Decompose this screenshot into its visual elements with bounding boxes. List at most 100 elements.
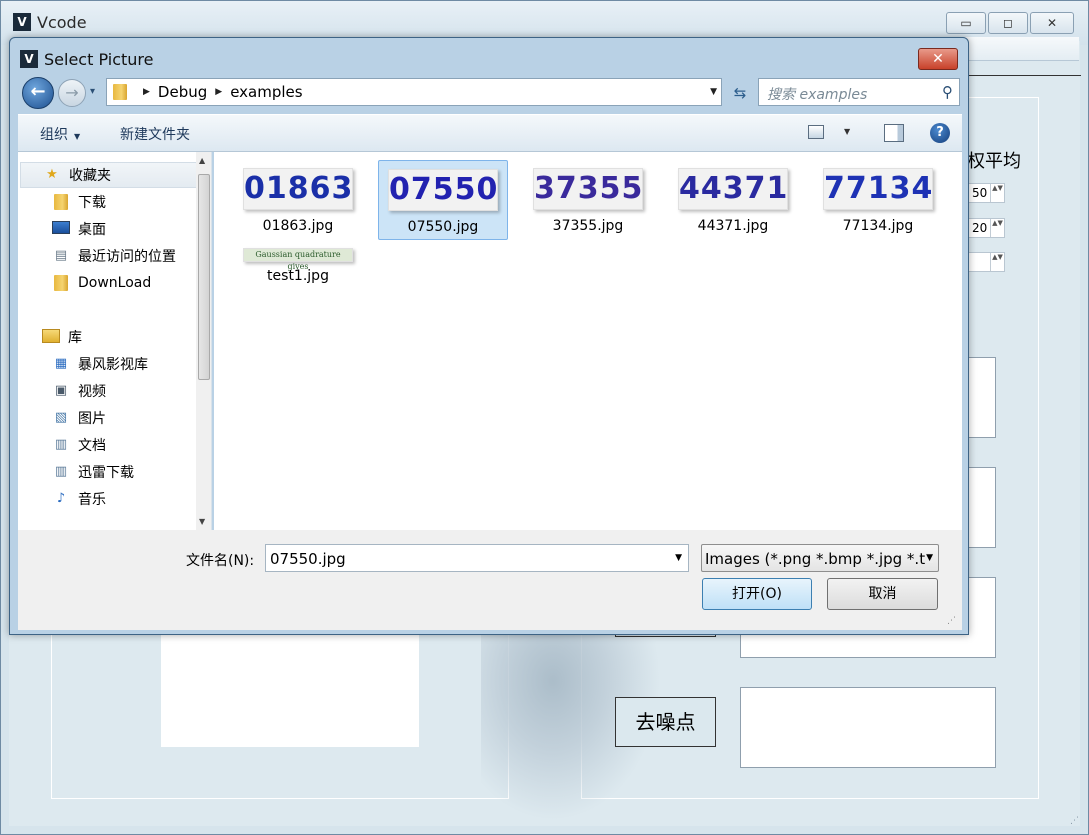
file-thumbnail: 44371 (678, 168, 788, 210)
refresh-icon[interactable]: ⇆ (726, 80, 754, 106)
param-spinbox-1[interactable]: 50 ▲▼ (967, 183, 1005, 203)
spin-value: 20 (972, 221, 988, 235)
file-item[interactable]: 44371 44371.jpg (668, 160, 798, 240)
sidebar-item-libraries[interactable]: 库 (18, 324, 196, 350)
resize-grip-icon[interactable]: ⋰ (947, 616, 956, 626)
sidebar-item-music[interactable]: ♪ 音乐 (18, 486, 196, 512)
sidebar-item-videos[interactable]: ▣ 视频 (18, 378, 196, 404)
command-toolbar: 组织 ▼ 新建文件夹 ▼ ? (18, 114, 962, 152)
help-icon[interactable]: ? (930, 123, 950, 143)
chevron-down-icon[interactable]: ▼ (675, 553, 682, 563)
maximize-button[interactable]: ◻ (988, 12, 1028, 34)
sidebar-item-label: 库 (68, 330, 82, 346)
sidebar-item-favorites[interactable]: ★ 收藏夹 (20, 162, 198, 188)
app-logo-icon: V (20, 50, 38, 68)
chevron-right-icon[interactable]: ▶ (143, 87, 150, 97)
sidebar-item-label: 文档 (78, 438, 106, 454)
video-library-icon: ▦ (54, 356, 68, 371)
sidebar-item-label: 下载 (78, 195, 106, 211)
breadcrumb-debug[interactable]: Debug (158, 83, 207, 101)
star-icon: ★ (46, 167, 58, 182)
file-thumbnail: 07550 (388, 169, 498, 211)
spin-arrows-icon[interactable]: ▲▼ (990, 184, 1004, 202)
documents-icon: ▥ (54, 437, 68, 452)
sidebar-item-downloads[interactable]: 下载 (18, 189, 196, 215)
minimize-button[interactable]: ▭ (946, 12, 986, 34)
filename-value: 07550.jpg (270, 550, 346, 568)
param-spinbox-3[interactable]: ▲▼ (967, 252, 1005, 272)
param-spinbox-2[interactable]: 20 ▲▼ (967, 218, 1005, 238)
chevron-down-icon[interactable]: ▼ (926, 553, 933, 563)
breadcrumb-examples[interactable]: examples (230, 83, 302, 101)
new-folder-button[interactable]: 新建文件夹 (120, 124, 190, 144)
forward-arrow-icon[interactable]: → (58, 79, 86, 107)
file-item[interactable]: 37355 37355.jpg (523, 160, 653, 240)
resize-grip-icon[interactable]: ⋰ (1070, 816, 1082, 828)
organize-button[interactable]: 组织 ▼ (40, 124, 80, 144)
sidebar-item-label: 最近访问的位置 (78, 249, 176, 265)
preview-pane-icon[interactable] (884, 124, 904, 142)
spin-arrows-icon[interactable]: ▲▼ (990, 253, 1004, 271)
denoise-button[interactable]: 去噪点 (615, 697, 716, 747)
sidebar-item-recent[interactable]: ▤ 最近访问的位置 (18, 243, 196, 269)
spin-value: 50 (972, 186, 988, 200)
sidebar-item-pictures[interactable]: ▧ 图片 (18, 405, 196, 431)
sidebar-item-label: 暴风影视库 (78, 357, 148, 373)
chevron-down-icon: ▼ (74, 132, 81, 141)
weighted-average-label: 权平均 (967, 151, 1021, 172)
chevron-down-icon[interactable]: ▼ (844, 127, 850, 136)
sidebar-item-label: 桌面 (78, 222, 106, 238)
download-folder-icon (52, 194, 70, 210)
main-close-button[interactable]: ✕ (1030, 12, 1074, 34)
file-thumbnail: Gaussian quadrature gives (243, 248, 353, 271)
sidebar-item-label: 音乐 (78, 492, 106, 508)
pictures-icon: ▧ (54, 410, 68, 425)
folder-icon (113, 84, 127, 100)
view-mode-icon[interactable] (808, 125, 824, 139)
file-item[interactable]: 01863 01863.jpg (233, 160, 363, 240)
spin-arrows-icon[interactable]: ▲▼ (990, 219, 1004, 237)
file-item-selected[interactable]: 07550 07550.jpg (378, 160, 508, 240)
sidebar-item-documents[interactable]: ▥ 文档 (18, 432, 196, 458)
dialog-close-button[interactable]: ✕ (918, 48, 958, 70)
sidebar-item-video-library[interactable]: ▦ 暴风影视库 (18, 351, 196, 377)
scroll-up-icon[interactable]: ▲ (199, 156, 205, 165)
recent-places-icon: ▤ (54, 248, 68, 263)
image-preview (161, 631, 419, 747)
file-item[interactable]: Gaussian quadrature gives test1.jpg (233, 242, 363, 290)
file-thumbnail: 37355 (533, 168, 643, 210)
cancel-button[interactable]: 取消 (827, 578, 938, 610)
desktop-icon (52, 221, 70, 237)
file-name: 01863.jpg (262, 218, 334, 234)
select-picture-dialog: V Select Picture ✕ ← → ▾ ▶ Debug ▶ examp… (9, 37, 969, 635)
navigation-bar: ← → ▾ ▶ Debug ▶ examples ▼ ⇆ 搜索 examples… (10, 74, 968, 112)
sidebar-item-label: 迅雷下载 (78, 465, 134, 481)
app-logo-icon: V (13, 13, 31, 31)
history-dropdown-icon[interactable]: ▾ (90, 86, 95, 97)
open-button[interactable]: 打开(O) (702, 578, 812, 610)
file-list: 01863 01863.jpg 07550 07550.jpg 37355 37… (214, 152, 962, 530)
chevron-down-icon[interactable]: ▼ (710, 87, 717, 97)
file-type-select[interactable]: Images (*.png *.bmp *.jpg *.t ▼ (701, 544, 939, 572)
search-input[interactable]: 搜索 examples ⚲ (758, 78, 960, 106)
sidebar-item-thunder-downloads[interactable]: ▥ 迅雷下载 (18, 459, 196, 485)
search-icon[interactable]: ⚲ (942, 83, 953, 101)
file-item[interactable]: 77134 77134.jpg (813, 160, 943, 240)
filename-input[interactable]: 07550.jpg ▼ (265, 544, 689, 572)
scroll-thumb[interactable] (198, 174, 210, 380)
back-arrow-icon[interactable]: ← (22, 77, 54, 109)
sidebar-item-label: 视频 (78, 384, 106, 400)
dialog-title-bar: V Select Picture ✕ (10, 38, 968, 74)
sidebar-scrollbar[interactable]: ▲ ▼ (196, 152, 211, 530)
file-name: 07550.jpg (407, 219, 479, 235)
sidebar-item-download-folder[interactable]: DownLoad (18, 270, 196, 296)
address-bar[interactable]: ▶ Debug ▶ examples ▼ (106, 78, 722, 106)
music-icon: ♪ (56, 491, 66, 506)
divider (965, 75, 1081, 76)
sidebar-item-desktop[interactable]: 桌面 (18, 216, 196, 242)
chevron-right-icon[interactable]: ▶ (215, 87, 222, 97)
scroll-down-icon[interactable]: ▼ (199, 517, 205, 526)
file-name: 77134.jpg (842, 218, 914, 234)
main-menu-bar (965, 37, 1079, 61)
sidebar-item-label: 收藏夹 (69, 168, 111, 184)
